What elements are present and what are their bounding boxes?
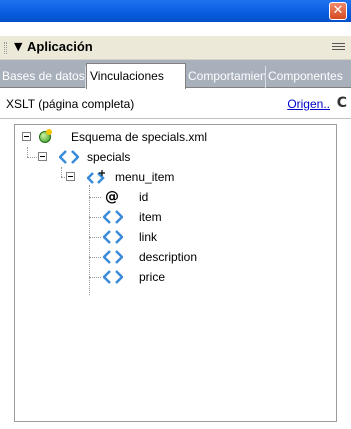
tree-node-menu-item[interactable]: menu_item — [15, 167, 335, 187]
tree-node-label: link — [139, 230, 158, 244]
element-icon — [103, 230, 123, 244]
collapse-toggle-icon[interactable] — [66, 172, 75, 181]
panel-header[interactable]: ▼ Aplicación — [0, 36, 351, 60]
document-info-bar: XSLT (página completa) Origen.. C — [0, 89, 351, 119]
tree-node-root[interactable]: Esquema de specials.xml — [15, 127, 335, 147]
tab-comportamientos[interactable]: Comportamientos — [186, 66, 266, 88]
repeating-element-icon — [87, 170, 107, 184]
close-button[interactable]: ✕ — [329, 2, 347, 20]
xml-schema-icon — [39, 129, 52, 143]
tree-node-label: menu_item — [115, 170, 175, 184]
collapse-toggle-icon[interactable] — [22, 132, 31, 141]
tree-node-description[interactable]: description — [15, 247, 335, 267]
tab-strip: Bases de datos Vinculaciones Comportamie… — [0, 60, 351, 89]
element-icon — [103, 210, 123, 224]
tab-vinculaciones[interactable]: Vinculaciones — [86, 63, 186, 89]
tree-node-specials[interactable]: specials — [15, 147, 335, 167]
tree-node-label: id — [139, 190, 149, 204]
collapse-toggle-icon[interactable] — [38, 152, 47, 161]
element-icon — [59, 150, 79, 164]
attribute-icon: @ — [105, 189, 119, 205]
tree-node-label: Esquema de specials.xml — [71, 130, 208, 144]
tree-node-item[interactable]: item — [15, 207, 335, 227]
element-icon — [103, 270, 123, 284]
tree-node-label: item — [139, 210, 162, 224]
element-icon — [103, 250, 123, 264]
collapse-arrow-icon[interactable]: ▼ — [14, 40, 22, 53]
panel-title[interactable]: Aplicación — [27, 39, 93, 54]
tree-node-label: price — [139, 270, 166, 284]
refresh-icon[interactable]: C — [337, 95, 347, 111]
tree-node-label: specials — [87, 150, 131, 164]
tree-node-link[interactable]: link — [15, 227, 335, 247]
tab-bases-de-datos[interactable]: Bases de datos — [0, 66, 86, 88]
drag-grip-icon[interactable] — [4, 42, 7, 54]
close-icon: ✕ — [332, 3, 344, 18]
window-titlebar: ✕ — [0, 0, 351, 22]
source-link[interactable]: Origen.. — [287, 97, 330, 111]
tab-componentes[interactable]: Componentes — [266, 66, 351, 88]
options-menu-icon[interactable] — [332, 41, 345, 54]
tree-node-price[interactable]: price — [15, 267, 335, 287]
document-type-label: XSLT (página completa) — [6, 97, 135, 111]
tree-node-id[interactable]: @ id — [15, 187, 335, 207]
schema-tree: Esquema de specials.xml specials menu_it… — [14, 124, 337, 422]
tree-node-label: description — [139, 250, 198, 264]
